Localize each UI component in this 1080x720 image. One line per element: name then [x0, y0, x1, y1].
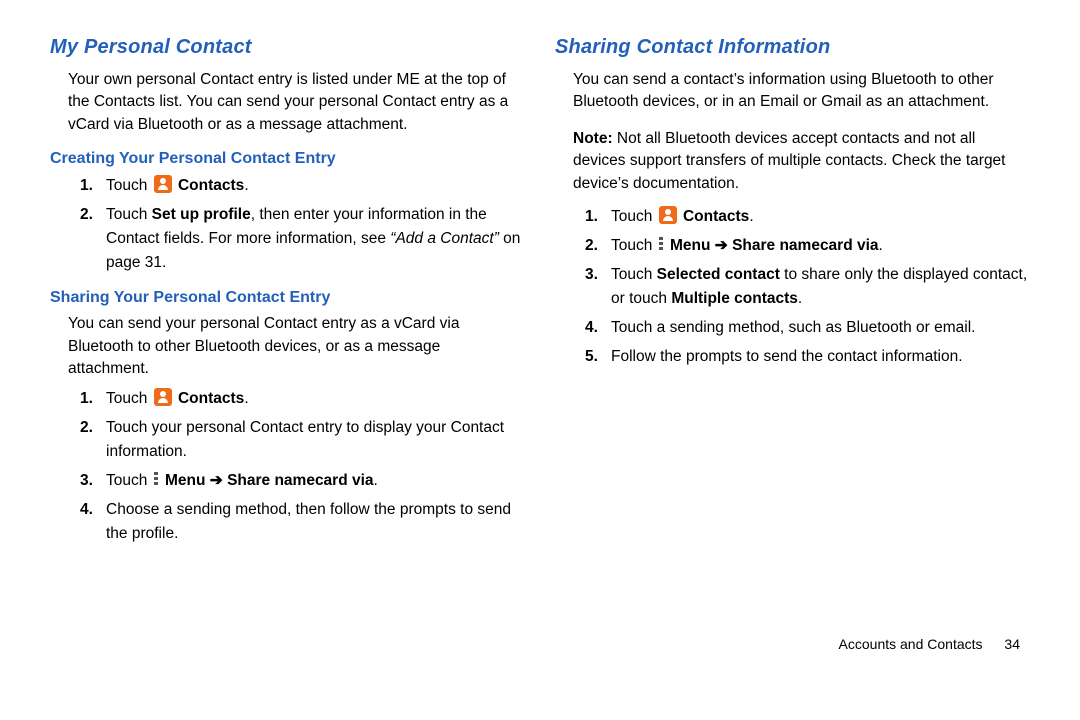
step-text: Touch [106, 390, 152, 407]
steps-sharing-contact: 1. Touch Contacts. 2. Touch Menu ➔ Share… [555, 205, 1030, 369]
step-number: 5. [585, 345, 598, 369]
step-item: 4. Choose a sending method, then follow … [80, 498, 525, 546]
steps-creating: 1. Touch Contacts. 2. Touch Set up profi… [50, 174, 525, 275]
contacts-label: Contacts [683, 208, 749, 225]
step-item: 2. Touch Menu ➔ Share namecard via. [585, 234, 1030, 258]
step-number: 4. [80, 498, 93, 522]
contacts-icon [659, 206, 677, 224]
arrow-icon: ➔ [205, 472, 227, 489]
step-text: Follow the prompts to send the contact i… [611, 348, 963, 365]
heading-sharing-contact-info: Sharing Contact Information [555, 36, 1030, 59]
step-number: 2. [80, 203, 93, 227]
step-number: 1. [80, 174, 93, 198]
step-text: Touch [106, 206, 152, 223]
ui-label: Set up profile [152, 206, 251, 223]
step-number: 3. [80, 469, 93, 493]
step-text: Touch your personal Contact entry to dis… [106, 419, 504, 460]
page-footer: Accounts and Contacts 34 [839, 636, 1020, 652]
step-text: Touch [106, 177, 152, 194]
step-post: . [879, 237, 883, 254]
contacts-label: Contacts [178, 390, 244, 407]
note-label: Note: [573, 130, 613, 147]
step-number: 2. [80, 416, 93, 440]
manual-page: My Personal Contact Your own personal Co… [0, 0, 1080, 670]
ui-label: Share namecard via [732, 237, 878, 254]
menu-label: Menu [670, 237, 710, 254]
step-number: 1. [80, 387, 93, 411]
step-post: . [749, 208, 753, 225]
note-block: Note: Not all Bluetooth devices accept c… [555, 128, 1030, 195]
contacts-icon [154, 175, 172, 193]
step-number: 4. [585, 316, 598, 340]
step-text: Touch [611, 237, 657, 254]
note-text: Not all Bluetooth devices accept contact… [573, 130, 1006, 192]
step-post: . [244, 390, 248, 407]
step-text: Touch [611, 208, 657, 225]
ui-label: Multiple contacts [671, 290, 798, 307]
step-number: 3. [585, 263, 598, 287]
footer-section: Accounts and Contacts [839, 636, 983, 652]
contacts-icon [154, 388, 172, 406]
cross-ref: “Add a Contact” [390, 230, 499, 247]
subheading-creating: Creating Your Personal Contact Entry [50, 150, 525, 168]
menu-icon [154, 472, 158, 486]
step-post: . [374, 472, 378, 489]
step-item: 2. Touch Set up profile, then enter your… [80, 203, 525, 275]
step-item: 3. Touch Menu ➔ Share namecard via. [80, 469, 525, 493]
right-column: Sharing Contact Information You can send… [545, 30, 1040, 670]
left-column: My Personal Contact Your own personal Co… [40, 30, 535, 670]
ui-label: Share namecard via [227, 472, 373, 489]
intro-paragraph: You can send your personal Contact entry… [50, 313, 525, 380]
step-number: 2. [585, 234, 598, 258]
step-post: . [798, 290, 802, 307]
page-number: 34 [1004, 636, 1020, 652]
step-item: 1. Touch Contacts. [585, 205, 1030, 229]
arrow-icon: ➔ [710, 237, 732, 254]
step-post: . [244, 177, 248, 194]
heading-my-personal-contact: My Personal Contact [50, 36, 525, 59]
ui-label: Selected contact [657, 266, 780, 283]
step-text: Touch [611, 266, 657, 283]
step-item: 1. Touch Contacts. [80, 387, 525, 411]
step-number: 1. [585, 205, 598, 229]
menu-label: Menu [165, 472, 205, 489]
step-text: Choose a sending method, then follow the… [106, 501, 511, 542]
intro-paragraph: Your own personal Contact entry is liste… [50, 69, 525, 136]
step-item: 2. Touch your personal Contact entry to … [80, 416, 525, 464]
menu-icon [659, 237, 663, 251]
step-item: 4. Touch a sending method, such as Bluet… [585, 316, 1030, 340]
subheading-sharing-personal: Sharing Your Personal Contact Entry [50, 289, 525, 307]
step-item: 1. Touch Contacts. [80, 174, 525, 198]
intro-paragraph: You can send a contact’s information usi… [555, 69, 1030, 114]
step-text: Touch [106, 472, 152, 489]
step-item: 5. Follow the prompts to send the contac… [585, 345, 1030, 369]
step-text: Touch a sending method, such as Bluetoot… [611, 319, 975, 336]
steps-sharing-personal: 1. Touch Contacts. 2. Touch your persona… [50, 387, 525, 546]
contacts-label: Contacts [178, 177, 244, 194]
step-item: 3. Touch Selected contact to share only … [585, 263, 1030, 311]
